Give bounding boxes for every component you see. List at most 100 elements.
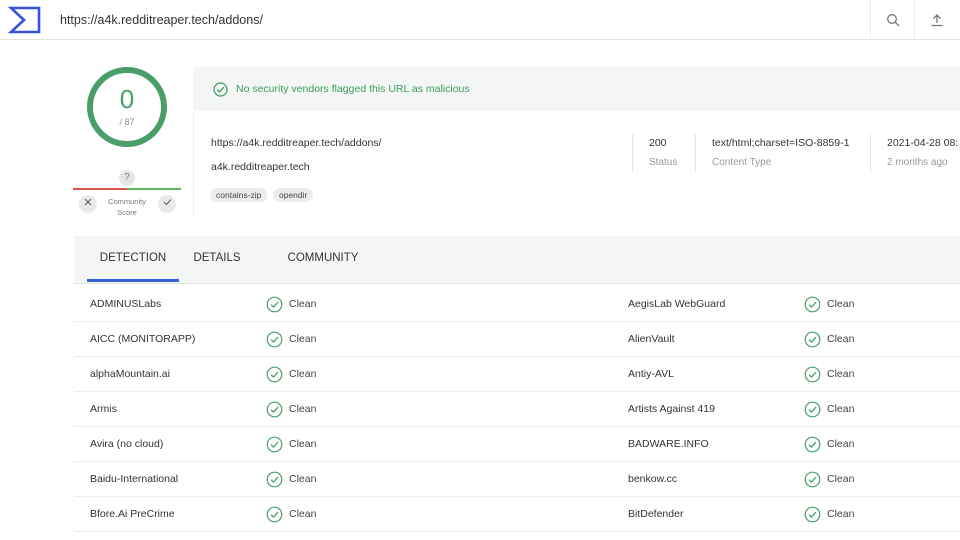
- community-score-bar-negative: [73, 188, 127, 190]
- engine-result: Clean: [827, 473, 855, 485]
- check-circle-icon: [804, 401, 821, 418]
- result-icon: [804, 471, 821, 488]
- result-icon: [266, 506, 283, 523]
- engine-name: BitDefender: [628, 508, 684, 520]
- result-icon: [804, 436, 821, 453]
- search-button[interactable]: [870, 0, 914, 40]
- table-row: Armis Clean Artists Against 419 Clean: [74, 392, 960, 427]
- community-score-bar-positive: [127, 188, 181, 190]
- verdict-banner: No security vendors flagged this URL as …: [193, 67, 960, 111]
- detection-table: ADMINUSLabs Clean AegisLab WebGuard Clean AI…: [74, 287, 960, 532]
- table-row: Baidu-International Clean benkow.cc Clean: [74, 462, 960, 497]
- engine-result: Clean: [289, 508, 317, 520]
- engine-name: AlienVault: [628, 333, 675, 345]
- check-circle-icon: [266, 506, 283, 523]
- tab-detection[interactable]: DETECTION: [87, 236, 179, 282]
- search-input[interactable]: [60, 0, 860, 40]
- engine-result: Clean: [289, 298, 317, 310]
- result-icon: [804, 366, 821, 383]
- community-score-label: Community Score: [108, 197, 146, 217]
- engine-result: Clean: [827, 298, 855, 310]
- engine-name: ADMINUSLabs: [90, 298, 162, 310]
- result-icon: [266, 401, 283, 418]
- engine-result: Clean: [827, 368, 855, 380]
- upload-icon: [931, 14, 942, 27]
- status-label: Status: [649, 157, 678, 168]
- check-circle-icon: [266, 471, 283, 488]
- check-circle-icon: [213, 81, 228, 97]
- table-row: AICC (MONITORAPP) Clean AlienVault Clean: [74, 322, 960, 357]
- tab-community[interactable]: COMMUNITY: [279, 236, 367, 282]
- top-bar: [0, 0, 960, 40]
- report-tabs: DETECTION DETAILS COMMUNITY: [74, 236, 960, 284]
- check-circle-icon: [804, 366, 821, 383]
- engine-result: Clean: [289, 368, 317, 380]
- check-circle-icon: [266, 366, 283, 383]
- table-row: ADMINUSLabs Clean AegisLab WebGuard Clean: [74, 287, 960, 322]
- engine-result: Clean: [289, 333, 317, 345]
- tag-contains-zip[interactable]: contains-zip: [210, 188, 268, 202]
- engine-name: Baidu-International: [90, 473, 179, 485]
- vote-malicious-button[interactable]: [79, 195, 97, 213]
- result-icon: [266, 471, 283, 488]
- vote-harmless-button[interactable]: [158, 195, 176, 213]
- check-icon: [163, 199, 171, 206]
- content-type-label: Content Type: [712, 157, 772, 168]
- detection-count: 0: [119, 84, 135, 114]
- check-circle-icon: [266, 296, 283, 313]
- status-value: 200: [649, 137, 667, 149]
- search-icon: [886, 14, 899, 27]
- analysis-date-value: 2021-04-28 08:: [887, 137, 959, 149]
- tab-details[interactable]: DETAILS: [184, 236, 250, 282]
- result-icon: [804, 506, 821, 523]
- close-icon: [84, 198, 92, 206]
- content-type-value: text/html;charset=ISO-8859-1: [712, 137, 850, 149]
- table-row: Bfore.Ai PreCrime Clean BitDefender Clean: [74, 497, 960, 532]
- engine-name: benkow.cc: [628, 473, 678, 485]
- divider: [632, 134, 633, 172]
- check-circle-icon: [804, 296, 821, 313]
- table-row: Avira (no cloud) Clean BADWARE.INFO Clean: [74, 427, 960, 462]
- engine-result: Clean: [827, 403, 855, 415]
- check-circle-icon: [804, 506, 821, 523]
- tag-opendir[interactable]: opendir: [273, 188, 314, 202]
- check-circle-icon: [804, 436, 821, 453]
- engine-name: BADWARE.INFO: [628, 438, 709, 450]
- table-row: alphaMountain.ai Clean Antiy-AVL Clean: [74, 357, 960, 392]
- engine-name: Avira (no cloud): [90, 438, 164, 450]
- engine-name: Armis: [90, 403, 117, 415]
- engine-result: Clean: [827, 333, 855, 345]
- check-circle-icon: [804, 471, 821, 488]
- result-icon: [266, 366, 283, 383]
- analysis-date-relative: 2 months ago: [887, 157, 948, 168]
- result-icon: [266, 296, 283, 313]
- engine-name: Bfore.Ai PreCrime: [90, 508, 175, 520]
- check-circle-icon: [266, 401, 283, 418]
- scanned-url: https://a4k.redditreaper.tech/addons/: [211, 137, 382, 149]
- result-icon: [804, 296, 821, 313]
- detection-total: / 87: [119, 117, 135, 127]
- divider: [695, 134, 696, 172]
- check-circle-icon: [266, 331, 283, 348]
- result-icon: [266, 331, 283, 348]
- engine-name: alphaMountain.ai: [90, 368, 170, 380]
- upload-button[interactable]: [914, 0, 958, 40]
- check-circle-icon: [266, 436, 283, 453]
- engine-name: AegisLab WebGuard: [628, 298, 726, 310]
- engine-result: Clean: [289, 403, 317, 415]
- check-circle-icon: [804, 331, 821, 348]
- virustotal-logo-icon[interactable]: [8, 5, 42, 35]
- engine-result: Clean: [827, 508, 855, 520]
- engine-result: Clean: [289, 473, 317, 485]
- engine-result: Clean: [827, 438, 855, 450]
- verdict-message: No security vendors flagged this URL as …: [236, 83, 470, 95]
- engine-name: AICC (MONITORAPP): [90, 333, 196, 345]
- engine-result: Clean: [289, 438, 317, 450]
- engine-name: Artists Against 419: [628, 403, 715, 415]
- result-icon: [804, 401, 821, 418]
- scanned-host[interactable]: a4k.redditreaper.tech: [211, 161, 310, 173]
- result-icon: [804, 331, 821, 348]
- engine-name: Antiy-AVL: [628, 368, 674, 380]
- community-score-help-icon[interactable]: ?: [119, 170, 135, 186]
- result-icon: [266, 436, 283, 453]
